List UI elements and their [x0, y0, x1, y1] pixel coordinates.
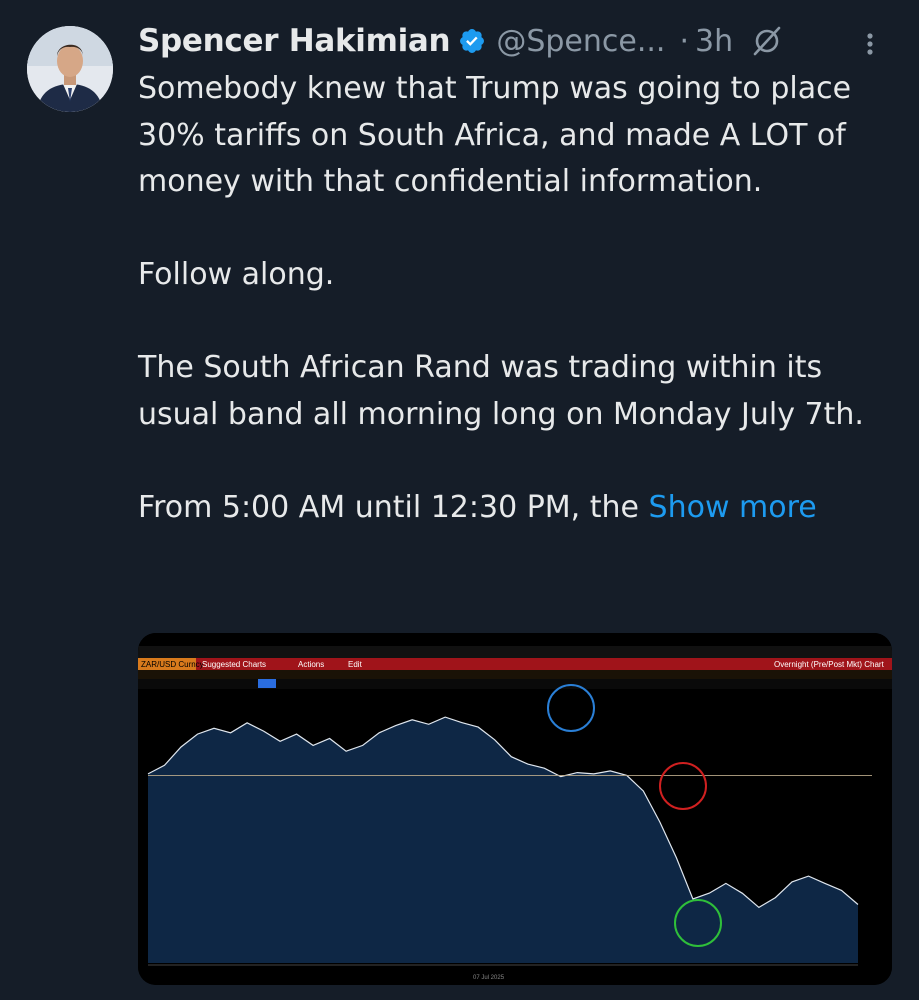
chart-suggested[interactable]: Suggested Charts [202, 660, 266, 669]
author-name[interactable]: Spencer Hakimian [138, 23, 451, 59]
bloomberg-chart: ZAR/USD Curncy Suggested Charts Actions … [138, 633, 892, 985]
more-options-icon[interactable] [858, 28, 882, 60]
chart-ticker: ZAR/USD Curncy [141, 660, 204, 669]
tweet-paragraph-1: Somebody knew that Trump was going to pl… [138, 71, 852, 199]
verified-badge-icon [460, 29, 485, 53]
tweet-header: Spencer Hakimian @Spence... · 3h [138, 20, 783, 62]
timestamp[interactable]: 3h [695, 24, 733, 59]
grok-icon[interactable] [751, 25, 783, 57]
chart-overnight[interactable]: Overnight (Pre/Post Mkt) Chart [774, 660, 885, 669]
tweet-text: Somebody knew that Trump was going to pl… [138, 66, 908, 531]
author-handle[interactable]: @Spence... [496, 24, 665, 59]
tweet-paragraph-2: Follow along. [138, 257, 335, 292]
chart-date-label: 07 Jul 2025 [473, 975, 505, 981]
separator-dot: · [679, 23, 689, 59]
show-more-link[interactable]: Show more [649, 490, 817, 525]
tweet-paragraph-4: From 5:00 AM until 12:30 PM, the Show mo… [138, 485, 908, 532]
tweet-last-line: From 5:00 AM until 12:30 PM, the [138, 489, 639, 525]
chart-edit[interactable]: Edit [348, 660, 363, 669]
avatar[interactable] [27, 26, 113, 112]
tweet-paragraph-3: The South African Rand was trading withi… [138, 350, 864, 432]
chart-actions[interactable]: Actions [298, 660, 324, 669]
tweet-media-chart[interactable]: ZAR/USD Curncy Suggested Charts Actions … [138, 633, 892, 985]
